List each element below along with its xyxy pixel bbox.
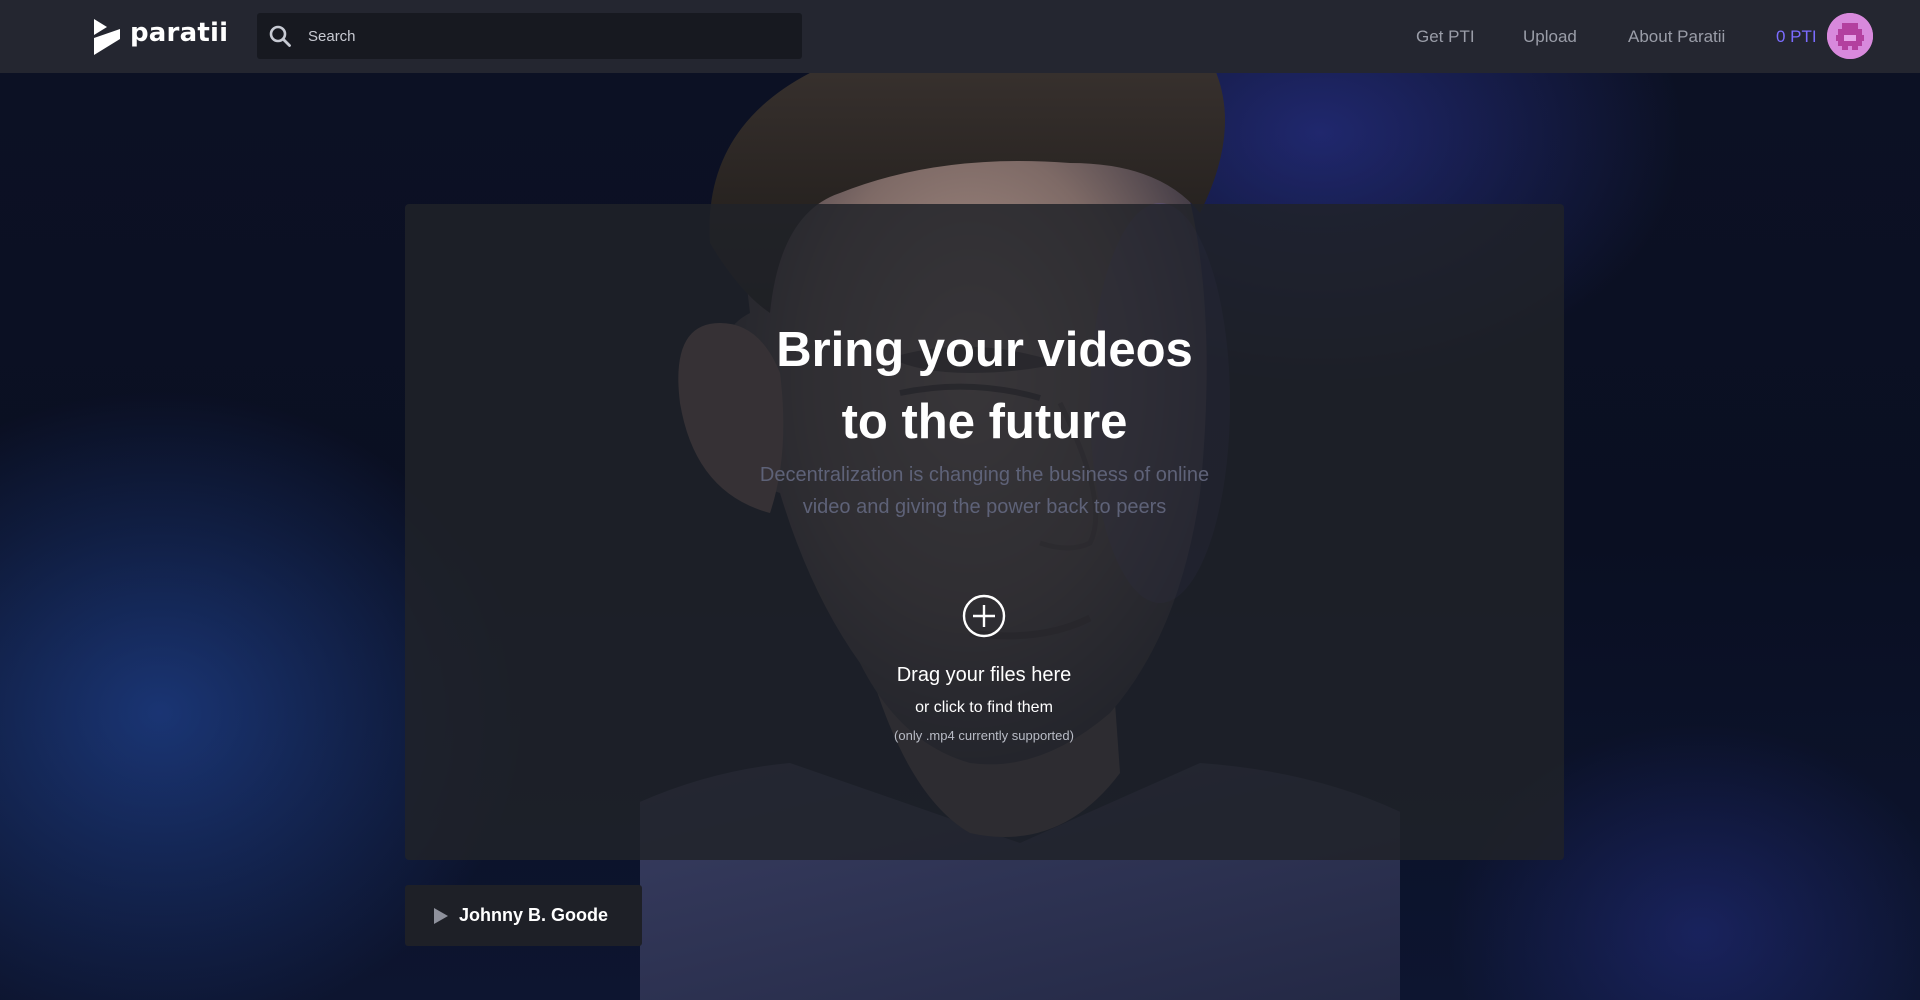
user-avatar[interactable] [1827,13,1873,59]
avatar-identicon-icon [1827,13,1873,59]
nav-link-get-pti[interactable]: Get PTI [1416,27,1475,47]
nav-link-about-paratii[interactable]: About Paratii [1628,27,1725,47]
paratii-logo[interactable]: paratii [94,18,228,56]
page: paratii Get PTI Upload About Paratii 0 P… [0,0,1920,1000]
nav-link-upload[interactable]: Upload [1523,27,1577,47]
click-to-find-text[interactable]: or click to find them [784,699,1184,717]
subtitle-line-1: Decentralization is changing the busines… [759,464,1210,486]
paratii-logo-icon [94,19,120,55]
drag-files-title: Drag your files here [896,664,1072,686]
plus-circle-icon[interactable] [962,594,1006,638]
now-playing-button[interactable]: Johnny B. Goode [405,885,642,946]
headline-line-2: to the future [841,395,1128,449]
search-bar [257,13,802,59]
headline-line-1: Bring your videos [776,323,1193,377]
play-icon [434,907,448,924]
subtitle-line-2: video and giving the power back to peers [802,496,1167,518]
top-navigation-bar: paratii Get PTI Upload About Paratii 0 P… [0,0,1920,73]
upload-card: Bring your videos to the future Decentra… [405,204,1564,860]
hero-subtitle: Decentralization is changing the busines… [405,459,1564,523]
search-input[interactable] [308,21,788,51]
file-dropzone[interactable]: Drag your files here or click to find th… [784,594,1184,774]
now-playing-title: Johnny B. Goode [459,905,609,925]
search-icon[interactable] [269,25,291,47]
logo-wordmark: paratii [130,18,229,48]
pti-balance[interactable]: 0 PTI [1776,27,1817,47]
hero-headline: Bring your videos to the future [405,314,1564,458]
supported-formats-note: (only .mp4 currently supported) [894,728,1074,743]
